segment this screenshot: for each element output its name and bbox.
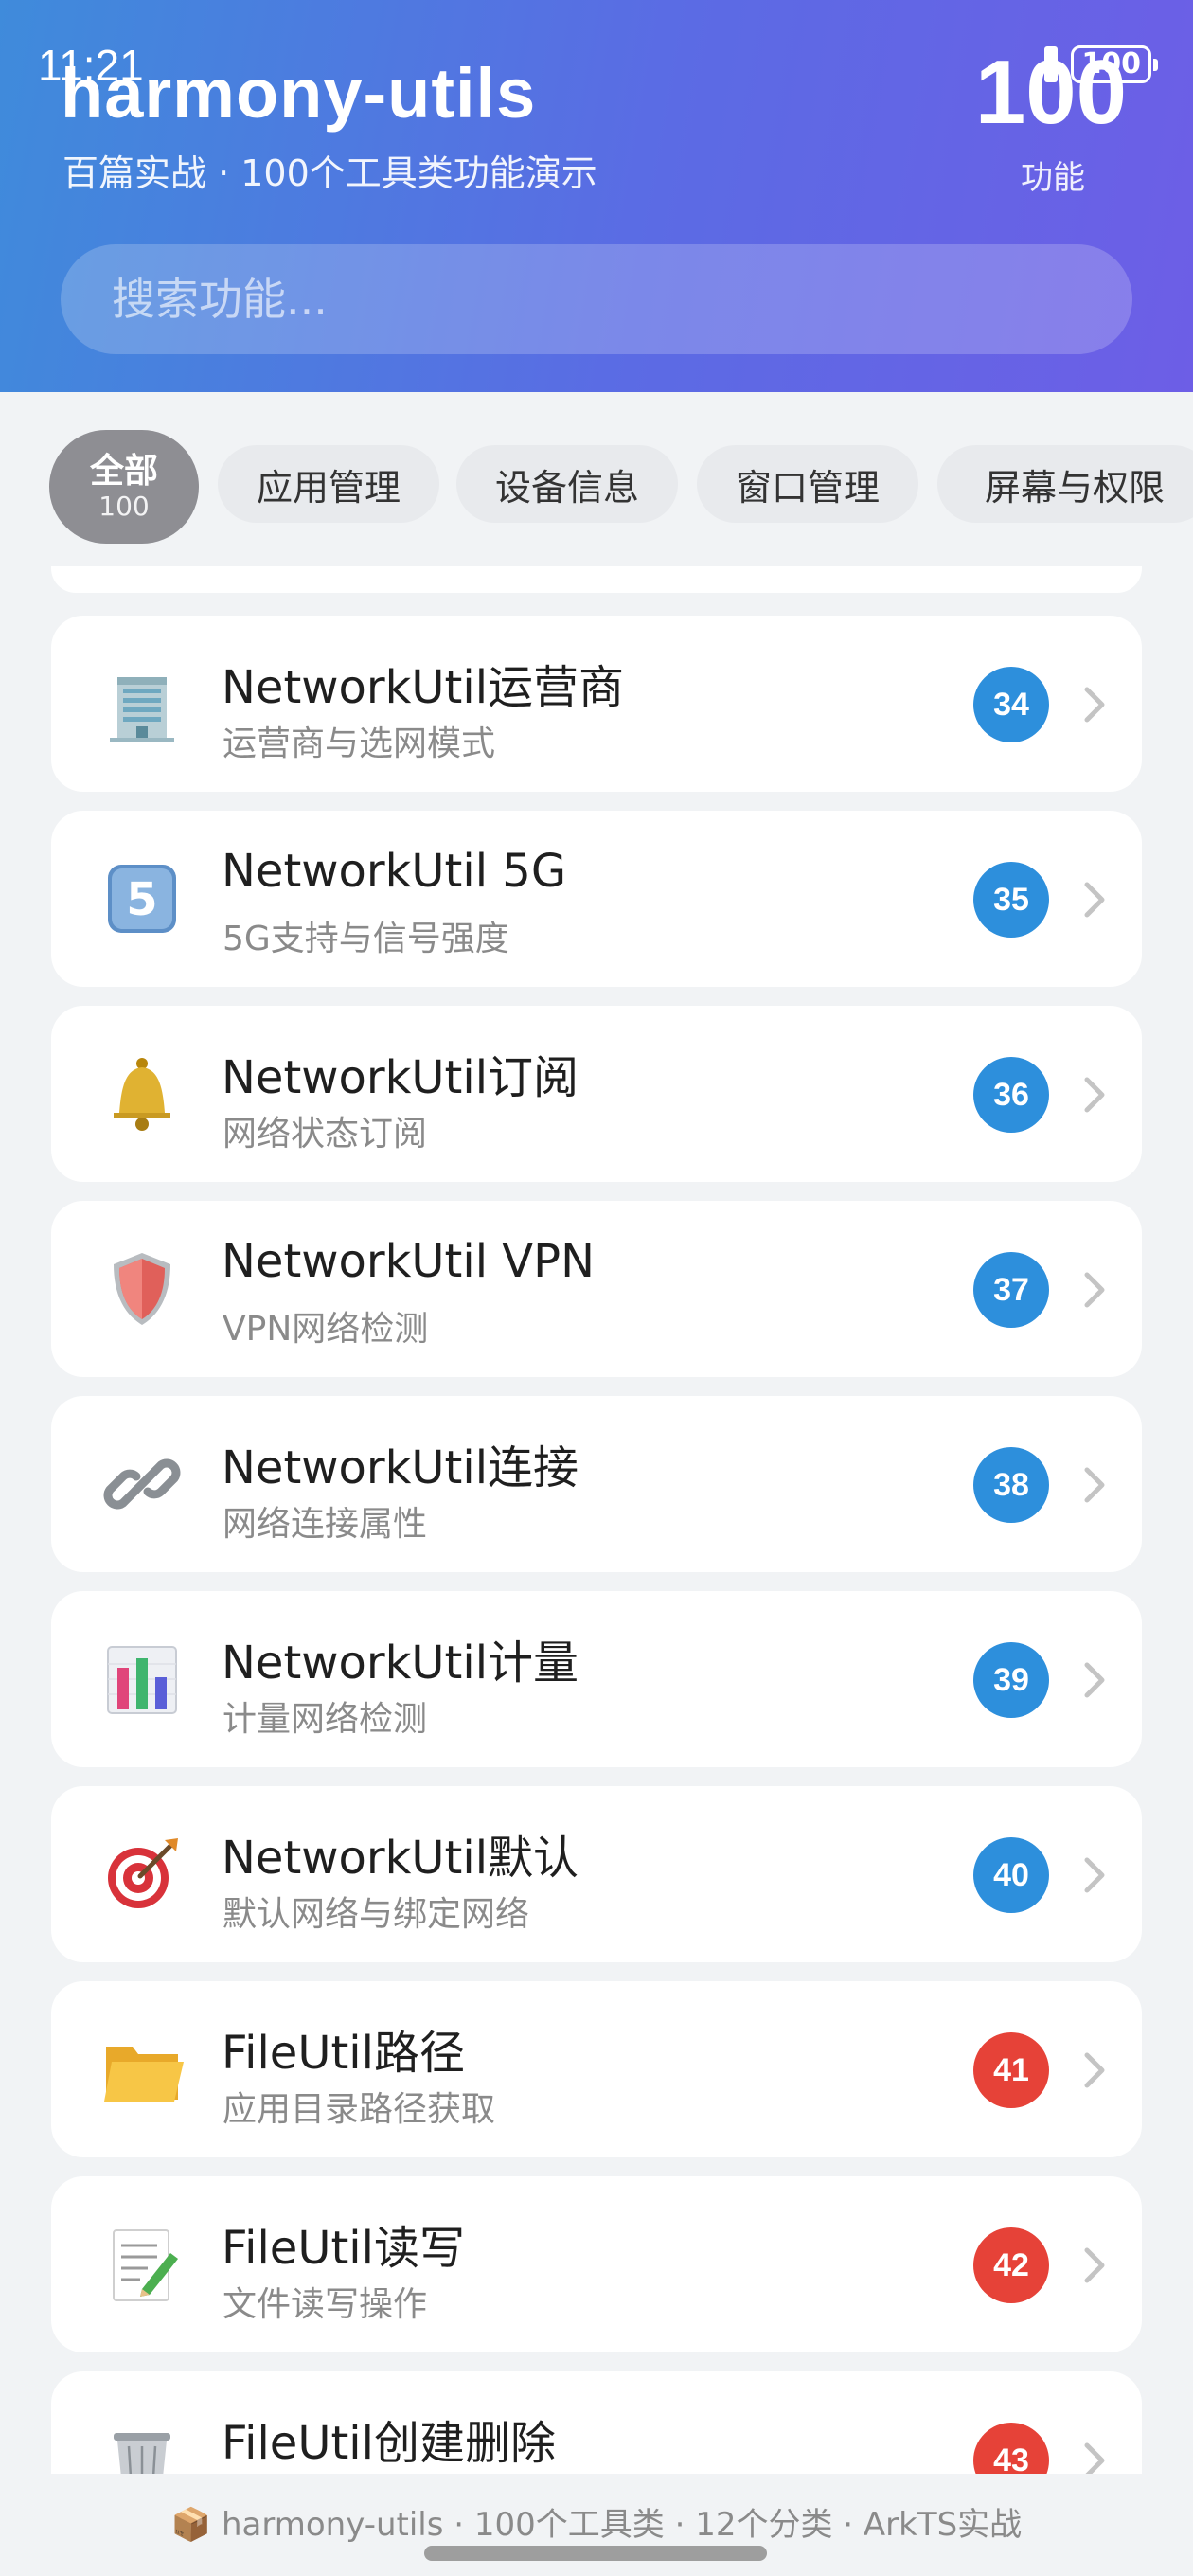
item-desc: 运营商与选网模式: [223, 724, 496, 763]
item-number-badge: 34: [973, 667, 1049, 742]
chevron-right-icon: [1076, 1460, 1113, 1510]
office-building-icon: [98, 660, 186, 747]
category-tabs: 全部 100 应用管理 设备信息 窗口管理 屏幕与权限: [0, 392, 1193, 566]
list-item[interactable]: FileUtil路径 应用目录路径获取 41: [51, 1981, 1142, 2157]
search-input[interactable]: [112, 274, 1132, 325]
item-number-badge: 39: [973, 1642, 1049, 1718]
tab-screen-permission[interactable]: 屏幕与权限: [937, 445, 1193, 523]
item-desc: 文件读写操作: [223, 2285, 428, 2324]
list-item[interactable]: FileUtil创建删除 43: [51, 2371, 1142, 2474]
chevron-right-icon: [1076, 680, 1113, 729]
wastebasket-icon: [98, 2416, 186, 2474]
list-item[interactable]: NetworkUtil VPN VPN网络检测 37: [51, 1201, 1142, 1377]
keycap-five-icon: 5: [98, 855, 186, 942]
app-subtitle: 百篇实战 · 100个工具类功能演示: [62, 152, 597, 194]
list-item[interactable]: NetworkUtil连接 网络连接属性 38: [51, 1396, 1142, 1572]
chevron-right-icon: [1076, 1655, 1113, 1705]
svg-text:5: 5: [126, 873, 157, 926]
item-title: NetworkUtil 5G: [222, 845, 567, 898]
item-number-badge: 35: [973, 862, 1049, 938]
item-title: FileUtil读写: [222, 2222, 465, 2275]
item-desc: 网络连接属性: [223, 1505, 428, 1544]
item-desc: 应用目录路径获取: [223, 2090, 496, 2129]
list-item[interactable]: NetworkUtil运营商 运营商与选网模式 34: [51, 616, 1142, 792]
chevron-right-icon: [1076, 2046, 1113, 2095]
item-title: FileUtil路径: [222, 2027, 465, 2080]
tab-all[interactable]: 全部 100: [49, 430, 199, 544]
status-indicator-icon: [1044, 46, 1059, 82]
chevron-right-icon: [1076, 1851, 1113, 1900]
chevron-right-icon: [1076, 1070, 1113, 1119]
tab-device-info[interactable]: 设备信息: [456, 445, 678, 523]
item-desc: 默认网络与绑定网络: [223, 1895, 530, 1934]
search-bar[interactable]: [61, 244, 1132, 354]
item-number-badge: 43: [973, 2423, 1049, 2474]
list-item[interactable]: NetworkUtil计量 计量网络检测 39: [51, 1591, 1142, 1767]
list-item[interactable]: 5 NetworkUtil 5G 5G支持与信号强度 35: [51, 811, 1142, 987]
item-title: NetworkUtil默认: [222, 1832, 579, 1885]
item-title: NetworkUtil VPN: [222, 1235, 595, 1288]
app-header: harmony-utils 百篇实战 · 100个工具类功能演示 100 功能 …: [0, 0, 1193, 392]
bar-chart-icon: [98, 1636, 186, 1723]
chevron-right-icon: [1076, 2241, 1113, 2290]
item-desc: 5G支持与信号强度: [223, 920, 509, 958]
tab-label: 全部: [89, 451, 158, 491]
tab-label: 设备信息: [494, 466, 639, 509]
target-icon: [98, 1831, 186, 1918]
status-icons: 100: [1044, 45, 1158, 83]
home-indicator[interactable]: [424, 2546, 767, 2561]
shield-icon: [98, 1245, 186, 1333]
tab-count: 100: [98, 490, 150, 522]
item-title: NetworkUtil订阅: [222, 1051, 579, 1104]
bell-icon: [98, 1050, 186, 1137]
item-number-badge: 42: [973, 2227, 1049, 2303]
list-item[interactable]: FileUtil读写 文件读写操作 42: [51, 2176, 1142, 2352]
item-number-badge: 36: [973, 1057, 1049, 1133]
item-title: FileUtil创建删除: [222, 2417, 556, 2470]
memo-icon: [98, 2221, 186, 2308]
tab-label: 应用管理: [256, 466, 401, 509]
item-title: NetworkUtil连接: [222, 1441, 579, 1494]
item-title: NetworkUtil运营商: [222, 661, 625, 714]
tab-app-management[interactable]: 应用管理: [218, 445, 439, 523]
item-desc: 网络状态订阅: [223, 1115, 428, 1154]
item-desc: VPN网络检测: [223, 1310, 429, 1349]
chevron-right-icon: [1076, 2436, 1113, 2474]
battery-icon: 100: [1071, 45, 1158, 83]
status-time: 11:21: [38, 41, 144, 90]
item-number-badge: 38: [973, 1447, 1049, 1523]
folder-icon: [98, 2026, 186, 2113]
list-item-partial[interactable]: [51, 566, 1142, 593]
list-item[interactable]: NetworkUtil订阅 网络状态订阅 36: [51, 1006, 1142, 1182]
item-number-badge: 40: [973, 1837, 1049, 1913]
link-icon: [98, 1440, 186, 1528]
tab-window-management[interactable]: 窗口管理: [697, 445, 918, 523]
footer-text: 📦 harmony-utils · 100个工具类 · 12个分类 · ArkT…: [170, 2506, 1023, 2544]
list-item[interactable]: NetworkUtil默认 默认网络与绑定网络 40: [51, 1786, 1142, 1962]
chevron-right-icon: [1076, 1265, 1113, 1315]
tab-label: 窗口管理: [735, 466, 880, 509]
feature-count-label: 功能: [1021, 159, 1085, 197]
item-number-badge: 37: [973, 1252, 1049, 1328]
feature-list[interactable]: NetworkUtil运营商 运营商与选网模式 34 5 NetworkUtil…: [0, 566, 1193, 2474]
item-desc: 计量网络检测: [223, 1700, 428, 1739]
chevron-right-icon: [1076, 875, 1113, 924]
tab-label: 屏幕与权限: [984, 466, 1165, 509]
item-number-badge: 41: [973, 2032, 1049, 2108]
item-title: NetworkUtil计量: [222, 1637, 579, 1690]
